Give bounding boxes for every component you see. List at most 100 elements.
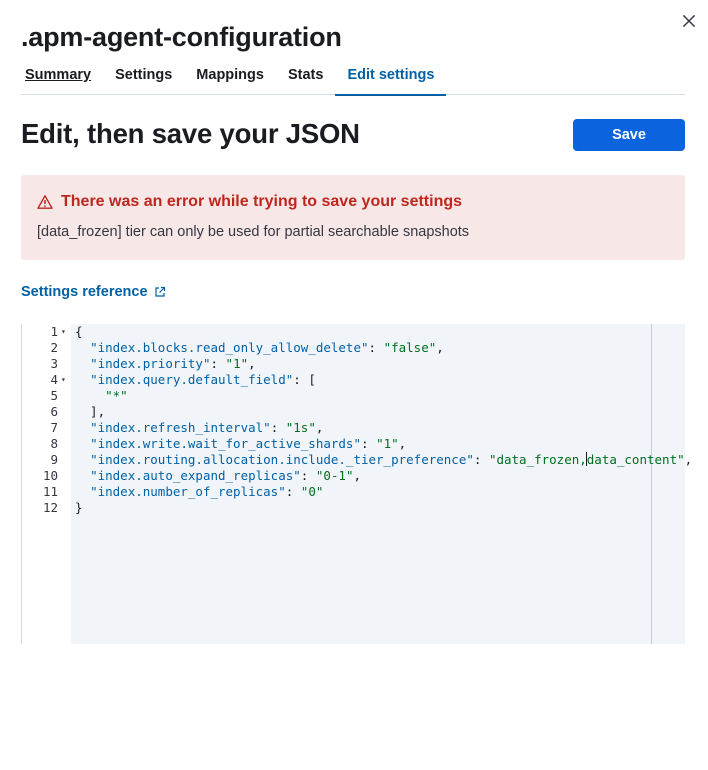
code-text: "index.write.wait_for_active_shards": "1…: [75, 436, 406, 452]
code-text: ],: [75, 404, 105, 420]
error-callout-title: There was an error while trying to save …: [37, 193, 669, 211]
json-punctuation: :: [270, 420, 286, 435]
json-key: "index.priority": [90, 356, 211, 371]
json-punctuation: :: [368, 340, 384, 355]
editor-line[interactable]: 9 "index.routing.allocation.include._tie…: [22, 452, 692, 468]
error-title-text: There was an error while trying to save …: [61, 193, 463, 210]
json-punctuation: ,: [398, 436, 407, 451]
tab-label: Stats: [287, 67, 324, 83]
json-key: "index.write.wait_for_active_shards": [90, 436, 361, 451]
json-punctuation: [75, 356, 90, 371]
json-string: "0-1": [315, 468, 354, 483]
json-code-editor[interactable]: 1 ▾{2 "index.blocks.read_only_allow_delet…: [21, 324, 692, 644]
json-string: "1": [225, 356, 249, 371]
editor-line[interactable]: 11 "index.number_of_replicas": "0": [22, 484, 685, 500]
error-callout: There was an error while trying to save …: [21, 175, 685, 260]
json-key: "index.query.default_field": [90, 372, 294, 387]
tab-bar: Summary Settings Mappings Stats Edit set…: [21, 62, 685, 96]
tab-summary[interactable]: Summary: [21, 62, 103, 95]
json-key: "index.blocks.read_only_allow_delete": [90, 340, 369, 355]
save-button[interactable]: Save: [573, 119, 685, 151]
settings-reference-label: Settings reference: [21, 284, 148, 300]
tab-label: Summary: [25, 67, 92, 83]
code-text: "index.query.default_field": [: [75, 372, 316, 388]
json-punctuation: [75, 420, 90, 435]
json-punctuation: [75, 468, 90, 483]
json-punctuation: : [: [293, 372, 316, 387]
line-number: 7: [50, 420, 58, 435]
error-message: [data_frozen] tier can only be used for …: [37, 224, 470, 240]
tab-edit-settings[interactable]: Edit settings: [335, 62, 447, 96]
line-number: 9: [50, 452, 58, 467]
tab-settings[interactable]: Settings: [103, 62, 184, 95]
json-key: "index.auto_expand_replicas": [90, 468, 301, 483]
json-key: "index.refresh_interval": [90, 420, 271, 435]
tab-stats[interactable]: Stats: [276, 62, 335, 95]
line-number: 12: [42, 500, 58, 515]
line-number: 8: [50, 436, 58, 451]
json-string: "false": [383, 340, 437, 355]
close-icon: [682, 14, 696, 28]
json-string: "1": [376, 436, 399, 451]
json-punctuation: ],: [75, 404, 106, 419]
json-string: data_content": [586, 452, 685, 467]
close-button[interactable]: [680, 12, 698, 30]
external-link-icon: [154, 286, 166, 298]
tab-mappings[interactable]: Mappings: [184, 62, 276, 95]
json-string: "1s": [285, 420, 316, 435]
code-text: }: [75, 500, 83, 516]
fold-toggle-icon[interactable]: ▾: [61, 324, 69, 340]
json-punctuation: :: [285, 484, 301, 499]
editor-line[interactable]: 12}: [22, 500, 685, 516]
json-string: "data_frozen,: [488, 452, 587, 467]
code-text: "index.auto_expand_replicas": "0-1",: [75, 468, 361, 484]
json-string: "0": [300, 484, 324, 499]
editor-line[interactable]: 3 "index.priority": "1",: [22, 356, 685, 372]
json-punctuation: ,: [436, 340, 444, 355]
json-punctuation: }: [75, 500, 83, 515]
page-title: Edit, then save your JSON: [21, 118, 360, 149]
json-punctuation: ,: [353, 468, 362, 483]
line-number: 11: [42, 484, 58, 499]
settings-reference-link[interactable]: Settings reference: [21, 284, 166, 300]
json-string: "*": [105, 388, 128, 403]
json-punctuation: [75, 372, 90, 387]
editor-line[interactable]: 1 ▾ {: [22, 324, 685, 340]
code-text: "*": [75, 388, 128, 404]
code-text: "index.number_of_replicas": "0": [75, 484, 323, 500]
line-number: 10: [42, 468, 58, 483]
json-punctuation: [75, 388, 105, 403]
line-number: 1: [50, 324, 58, 339]
json-punctuation: [75, 340, 90, 355]
json-punctuation: ,: [315, 420, 324, 435]
code-text: "index.priority": "1",: [75, 356, 256, 372]
tab-label: Edit settings: [347, 67, 435, 83]
editor-line[interactable]: 2 "index.blocks.read_only_allow_delete":…: [22, 340, 685, 356]
json-punctuation: ,: [248, 356, 256, 371]
json-punctuation: [75, 436, 90, 451]
json-punctuation: {: [75, 324, 83, 339]
editor-line[interactable]: 10 "index.auto_expand_replicas": "0-1",: [22, 468, 685, 484]
editor-line[interactable]: 4 ▾ "index.query.default_field": [: [22, 372, 685, 388]
code-text: "index.refresh_interval": "1s",: [75, 420, 323, 436]
warning-icon: [37, 194, 53, 210]
line-number: 5: [50, 388, 58, 403]
editor-line[interactable]: 6 ],: [22, 404, 685, 420]
json-punctuation: ,: [684, 452, 693, 467]
tab-label: Mappings: [196, 67, 264, 83]
editor-line[interactable]: 7 "index.refresh_interval": "1s",: [22, 420, 685, 436]
json-punctuation: :: [473, 452, 489, 467]
fold-toggle-icon[interactable]: ▾: [61, 372, 69, 388]
line-number: 4: [50, 372, 58, 387]
json-key: "index.number_of_replicas": [90, 484, 286, 499]
editor-line[interactable]: 5 "*": [22, 388, 685, 404]
tab-label: Settings: [115, 67, 173, 83]
line-number: 2: [50, 340, 58, 355]
json-punctuation: :: [300, 468, 316, 483]
json-punctuation: :: [210, 356, 226, 371]
code-text: "index.routing.allocation.include._tier_…: [75, 452, 692, 468]
json-punctuation: [75, 452, 90, 467]
line-number: 3: [50, 356, 58, 371]
editor-line[interactable]: 8 "index.write.wait_for_active_shards": …: [22, 436, 685, 452]
line-number: 6: [50, 404, 58, 419]
